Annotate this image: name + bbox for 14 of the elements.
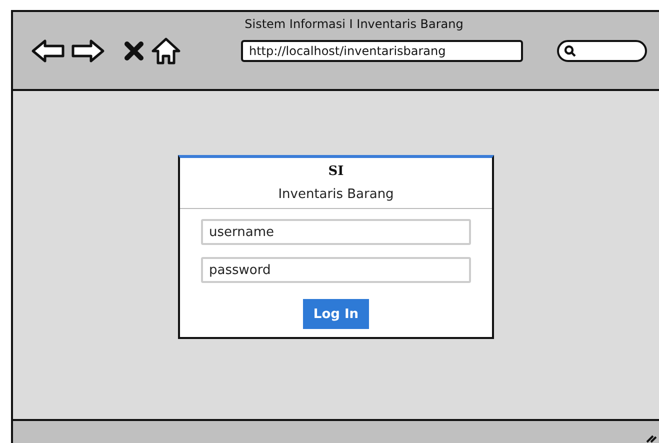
forward-icon[interactable] bbox=[71, 39, 105, 63]
resize-grip-icon[interactable] bbox=[645, 433, 657, 443]
close-icon[interactable] bbox=[123, 40, 145, 62]
back-icon[interactable] bbox=[31, 39, 65, 63]
password-field[interactable]: password bbox=[201, 257, 471, 283]
login-button[interactable]: Log In bbox=[303, 299, 369, 329]
search-icon bbox=[564, 45, 576, 57]
search-field[interactable] bbox=[557, 40, 647, 62]
url-field[interactable]: http://localhost/inventarisbarang bbox=[241, 40, 523, 62]
username-field[interactable]: username bbox=[201, 219, 471, 245]
login-title: SI bbox=[328, 164, 344, 179]
window-title: Sistem Informasi I Inventaris Barang bbox=[244, 17, 464, 31]
home-icon[interactable] bbox=[151, 37, 181, 65]
login-subtitle: Inventaris Barang bbox=[278, 187, 394, 202]
